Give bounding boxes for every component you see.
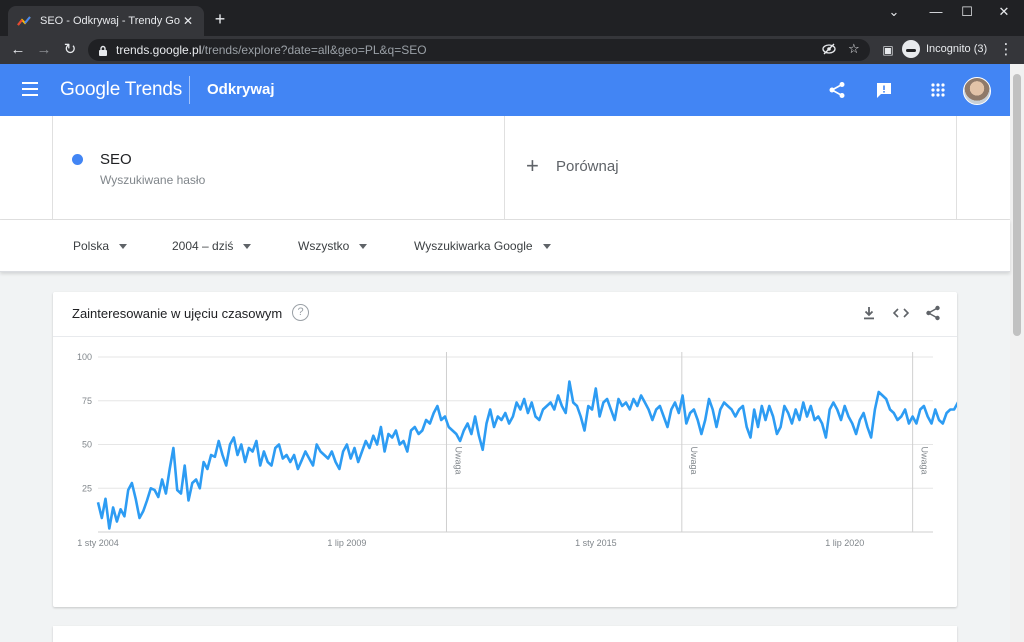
- tab-close-icon[interactable]: ✕: [180, 14, 196, 28]
- url-text: trends.google.pl/trends/explore?date=all…: [116, 43, 427, 57]
- url-host: trends.google.pl: [116, 43, 202, 57]
- interest-line-chart: 25 50 75 100 1 sty 2004 1 lip 2009 1 sty 2015 1…: [77, 352, 957, 548]
- browser-tab-bar: SEO - Odkrywaj - Trendy Google ✕ + ⌄ — ☐…: [0, 0, 1024, 36]
- embed-code-icon[interactable]: [892, 304, 910, 322]
- address-bar[interactable]: trends.google.pl/trends/explore?date=all…: [88, 39, 870, 61]
- note-marker-label: Uwaga: [920, 447, 930, 475]
- new-tab-button[interactable]: +: [210, 10, 230, 28]
- y-tick-label: 25: [82, 483, 92, 493]
- compare-label: Porównaj: [556, 158, 619, 175]
- page-scrollbar[interactable]: [1010, 64, 1024, 642]
- term-color-dot: [72, 154, 83, 165]
- incognito-label: Incognito (3): [926, 43, 988, 55]
- interest-over-time-card: Zainteresowanie w ujęciu czasowym ? 25 50…: [53, 292, 957, 607]
- card-title: Zainteresowanie w ujęciu czasowym: [72, 306, 283, 321]
- y-tick-label: 75: [82, 396, 92, 406]
- browser-menu-icon[interactable]: ⋮: [996, 40, 1016, 60]
- filter-time-dropdown[interactable]: 2004 – dziś: [172, 239, 252, 253]
- x-tick-label: 1 lip 2020: [825, 538, 864, 548]
- search-term-card[interactable]: SEO Wyszukiwane hasło: [52, 116, 505, 220]
- search-term-subtitle: Wyszukiwane hasło: [100, 173, 206, 187]
- dropdown-arrow-icon: [542, 243, 551, 249]
- feedback-icon[interactable]: [874, 80, 894, 100]
- dropdown-arrow-icon: [119, 243, 128, 249]
- dropdown-arrow-icon: [243, 243, 252, 249]
- tab-search-icon[interactable]: ⌄: [882, 4, 906, 20]
- filter-time-label: 2004 – dziś: [172, 239, 234, 253]
- filter-category-label: Wszystko: [298, 239, 350, 253]
- maximize-button[interactable]: ☐: [955, 4, 979, 20]
- filter-search-type-label: Wyszukiwarka Google: [414, 239, 533, 253]
- compare-button[interactable]: + Porównaj: [506, 116, 957, 220]
- incognito-indicator[interactable]: Incognito (3): [902, 40, 987, 58]
- back-arrow-icon[interactable]: ←: [8, 40, 28, 60]
- filter-region-dropdown[interactable]: Polska: [73, 239, 128, 253]
- incognito-icon: [902, 40, 920, 58]
- close-window-button[interactable]: ✕: [992, 4, 1016, 20]
- search-term[interactable]: SEO: [100, 151, 132, 168]
- filter-search-type-dropdown[interactable]: Wyszukiwarka Google: [414, 239, 551, 253]
- app-header: Google Trends Odkrywaj: [0, 64, 1010, 116]
- x-tick-label: 1 sty 2004: [77, 538, 119, 548]
- browser-tab[interactable]: SEO - Odkrywaj - Trendy Google ✕: [8, 6, 204, 36]
- page-content: Google Trends Odkrywaj SEO Wyszukiwane h…: [0, 64, 1024, 642]
- tab-title: SEO - Odkrywaj - Trendy Google: [40, 15, 180, 27]
- search-terms-row: SEO Wyszukiwane hasło + Porównaj: [0, 116, 1010, 220]
- x-tick-label: 1 sty 2015: [575, 538, 617, 548]
- y-tick-label: 100: [77, 352, 92, 362]
- x-tick-label: 1 lip 2009: [327, 538, 366, 548]
- forward-arrow-icon[interactable]: →: [34, 40, 54, 60]
- next-card-partial: [53, 626, 957, 642]
- hamburger-menu-icon[interactable]: [22, 82, 38, 96]
- reload-icon[interactable]: ↻: [60, 40, 80, 60]
- download-icon[interactable]: [860, 304, 878, 322]
- dropdown-arrow-icon: [359, 243, 368, 249]
- browser-toolbar: ← → ↻ trends.google.pl/trends/explore?da…: [0, 36, 1024, 64]
- trends-favicon-icon: [16, 13, 32, 29]
- minimize-button[interactable]: —: [924, 4, 948, 19]
- plus-icon: +: [526, 153, 539, 178]
- help-icon[interactable]: ?: [292, 304, 309, 321]
- series-line: [96, 380, 957, 530]
- bookmark-star-icon[interactable]: ☆: [848, 41, 860, 57]
- note-marker-label: Uwaga: [453, 447, 463, 475]
- filter-bar: Polska 2004 – dziś Wszystko Wyszukiwarka…: [0, 220, 1010, 272]
- note-marker-label: Uwaga: [689, 447, 699, 475]
- filter-category-dropdown[interactable]: Wszystko: [298, 239, 368, 253]
- apps-grid-icon[interactable]: [928, 80, 948, 100]
- section-title: Odkrywaj: [207, 81, 275, 98]
- y-tick-label: 50: [82, 440, 92, 450]
- tracking-protection-icon[interactable]: [822, 43, 836, 58]
- account-avatar[interactable]: [963, 77, 991, 105]
- google-trends-logo[interactable]: Google Trends: [60, 79, 182, 101]
- lock-icon: [99, 45, 107, 56]
- share-icon[interactable]: [924, 304, 942, 322]
- header-divider: [189, 76, 190, 104]
- url-path: /trends/explore?date=all&geo=PL&q=SEO: [201, 43, 427, 57]
- scrollbar-thumb[interactable]: [1013, 74, 1021, 336]
- share-icon[interactable]: [827, 80, 847, 100]
- filter-region-label: Polska: [73, 239, 110, 253]
- side-panel-icon[interactable]: ▣: [878, 40, 898, 60]
